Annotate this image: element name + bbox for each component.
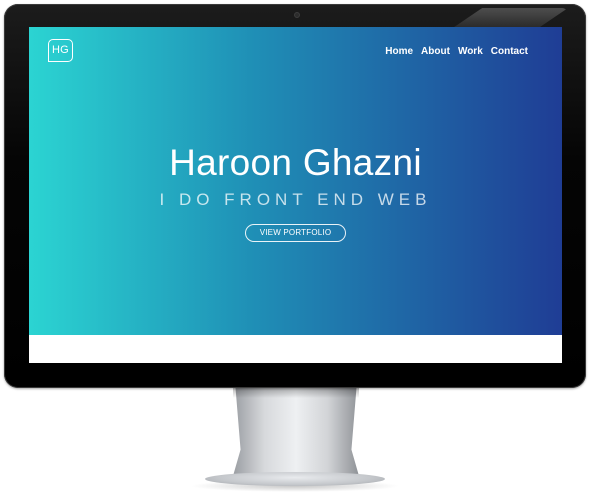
view-portfolio-button[interactable]: VIEW PORTFOLIO xyxy=(245,224,346,242)
logo[interactable]: HG xyxy=(48,39,73,62)
monitor-stand-neck xyxy=(233,388,359,476)
nav-item-home[interactable]: Home xyxy=(385,46,413,58)
nav-item-contact[interactable]: Contact xyxy=(491,46,528,58)
hero-tagline: I DO FRONT END WEB xyxy=(159,190,432,209)
main-nav: Home About Work Contact xyxy=(385,46,528,58)
stand-neck-shadow xyxy=(233,388,359,398)
hero-name: Haroon Ghazni xyxy=(169,142,422,183)
monitor-stand-base xyxy=(205,472,385,486)
nav-item-about[interactable]: About xyxy=(421,46,450,58)
content-section xyxy=(29,335,562,363)
camera-icon xyxy=(294,12,300,18)
hero-section: HG Home About Work Contact Haroon Ghazni… xyxy=(29,27,562,335)
website-screen: HG Home About Work Contact Haroon Ghazni… xyxy=(29,27,562,363)
monitor-mockup: HG Home About Work Contact Haroon Ghazni… xyxy=(0,0,590,498)
nav-item-work[interactable]: Work xyxy=(458,46,483,58)
